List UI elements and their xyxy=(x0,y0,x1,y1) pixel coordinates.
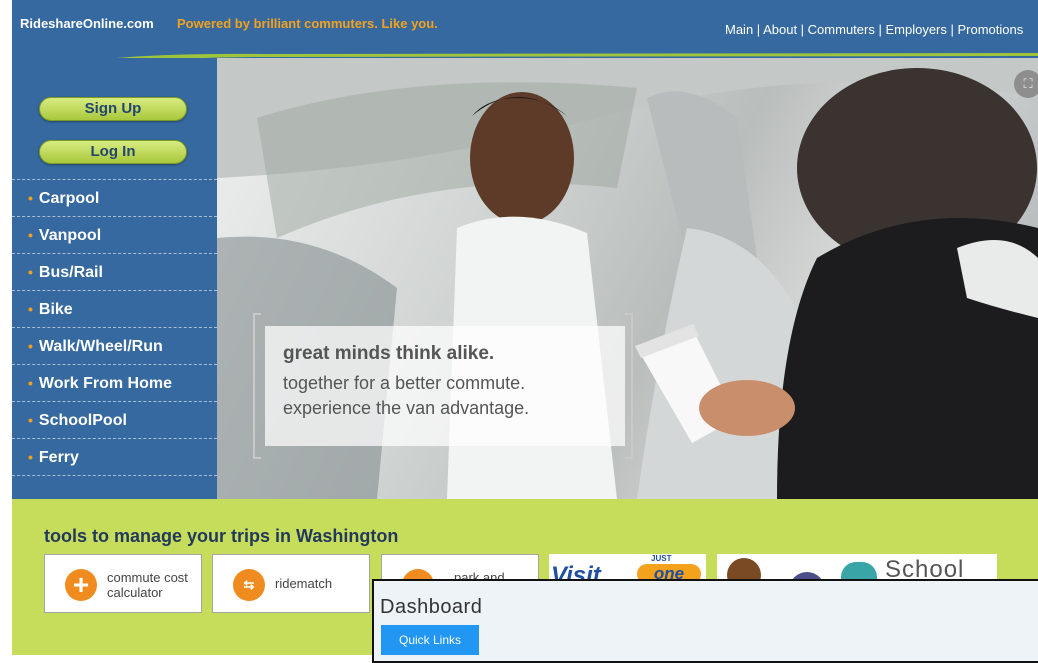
nav-link-about[interactable]: About xyxy=(763,22,797,37)
sign-up-button[interactable]: Sign Up xyxy=(39,97,187,121)
sidebar-item-walk-wheel-run[interactable]: • Walk/Wheel/Run xyxy=(12,328,217,365)
sidebar-item-bike[interactable]: • Bike xyxy=(12,291,217,328)
nav-separator: | xyxy=(946,22,958,37)
bullet-icon: • xyxy=(28,301,33,317)
expand-icon[interactable]: ⛶ xyxy=(1014,70,1038,98)
tile-label: ridematch xyxy=(275,576,333,591)
ridematch-icon: ⇆ xyxy=(233,569,265,601)
tools-heading: tools to manage your trips in Washington xyxy=(44,526,399,546)
dashboard-title: Dashboard xyxy=(380,596,483,618)
commute-cost-calculator-tile[interactable]: + commute cost calculator xyxy=(44,554,202,613)
hero-line-3: experience the van advantage. xyxy=(283,398,530,418)
sidebar-item-vanpool[interactable]: • Vanpool xyxy=(12,217,217,254)
hero-headline: great minds think alike. xyxy=(283,343,495,364)
sidebar-item-label: Work From Home xyxy=(38,375,172,392)
ridematch-tile[interactable]: ⇆ ridematch xyxy=(212,554,370,613)
quote-bracket-left xyxy=(253,313,261,459)
hero-line-2: together for a better commute. xyxy=(283,373,526,393)
sidebar-item-label: Walk/Wheel/Run xyxy=(38,338,163,355)
nav-link-main[interactable]: Main xyxy=(725,22,753,37)
nav-link-commuters[interactable]: Commuters xyxy=(808,22,875,37)
mode-nav-list: • Carpool • Vanpool • Bus/Rail • Bike • Walk/… xyxy=(12,179,217,476)
sidebar-item-label: Bus/Rail xyxy=(38,264,103,281)
dashboard-panel: Dashboard Quick Links xyxy=(372,579,1038,663)
site-header: RideshareOnline.com Powered by brilliant… xyxy=(12,0,1038,58)
bullet-icon: • xyxy=(28,227,33,243)
plus-icon: + xyxy=(65,569,97,601)
sidebar-item-label: Vanpool xyxy=(38,227,102,244)
log-in-button[interactable]: Log In xyxy=(39,140,187,164)
site-tagline: Powered by brilliant commuters. Like you… xyxy=(177,16,438,31)
sidebar-item-schoolpool[interactable]: • SchoolPool xyxy=(12,402,217,439)
banner-badge: JUST xyxy=(651,554,672,563)
nav-separator: | xyxy=(874,22,886,37)
sidebar-item-label: Ferry xyxy=(38,449,79,466)
bullet-icon: • xyxy=(28,375,33,391)
bullet-icon: • xyxy=(28,449,33,465)
sidebar-item-label: SchoolPool xyxy=(38,412,127,429)
sidebar: Sign Up Log In • Carpool • Vanpool • Bus/Ra… xyxy=(12,58,217,499)
hero-quote-box: great minds think alike. together for a … xyxy=(265,326,625,446)
hero-image: great minds think alike. together for a … xyxy=(217,58,1038,499)
sidebar-item-label: Carpool xyxy=(38,190,100,207)
quick-links-button[interactable]: Quick Links xyxy=(381,625,479,655)
bullet-icon: • xyxy=(28,412,33,428)
site-logo-text[interactable]: RideshareOnline.com xyxy=(20,16,154,31)
page: RideshareOnline.com Powered by brilliant… xyxy=(12,0,1038,655)
sidebar-item-work-from-home[interactable]: • Work From Home xyxy=(12,365,217,402)
quote-bracket-right xyxy=(625,313,633,459)
top-navigation: Main | About | Commuters | Employers | P… xyxy=(725,22,1023,37)
nav-link-promotions[interactable]: Promotions xyxy=(958,22,1024,37)
nav-separator: | xyxy=(753,22,764,37)
tile-label: commute cost calculator xyxy=(107,570,188,600)
sidebar-item-carpool[interactable]: • Carpool xyxy=(12,180,217,217)
sidebar-item-ferry[interactable]: • Ferry xyxy=(12,439,217,476)
sidebar-item-label: Bike xyxy=(38,301,73,318)
nav-separator: | xyxy=(797,22,808,37)
bullet-icon: • xyxy=(28,338,33,354)
bullet-icon: • xyxy=(28,190,33,206)
nav-link-employers[interactable]: Employers xyxy=(885,22,946,37)
sidebar-item-bus-rail[interactable]: • Bus/Rail xyxy=(12,254,217,291)
bullet-icon: • xyxy=(28,264,33,280)
